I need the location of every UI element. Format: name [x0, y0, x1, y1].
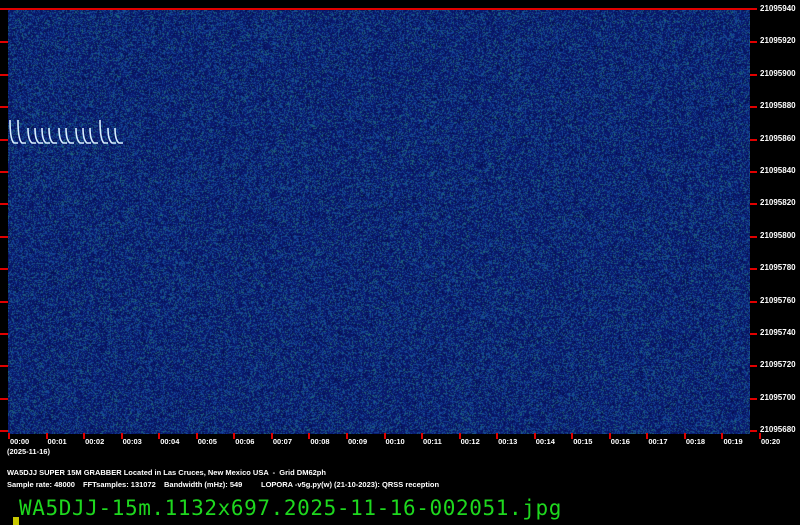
bandwidth: Bandwidth (mHz): 549 — [164, 480, 242, 489]
signal-element — [100, 120, 108, 143]
x-tick-label: 00:07 — [273, 437, 292, 446]
signal-element — [18, 120, 26, 143]
sample-rate: Sample rate: 48000 — [7, 480, 75, 489]
y-tick-label: 21095760 — [760, 296, 796, 305]
x-tick-label: 00:14 — [536, 437, 555, 446]
y-tick-label: 21095900 — [760, 69, 796, 78]
x-tick-label: 00:08 — [310, 437, 329, 446]
y-tick-mark — [750, 430, 757, 432]
fft-samples: FFTsamples: 131072 — [83, 480, 156, 489]
x-tick-label: 00:15 — [573, 437, 592, 446]
x-tick-label: 00:01 — [48, 437, 67, 446]
y-tick-mark — [750, 203, 757, 205]
y-tick-mark — [0, 203, 8, 205]
y-tick-mark — [0, 74, 8, 76]
y-tick-mark — [0, 236, 8, 238]
y-tick-label: 21095820 — [760, 198, 796, 207]
y-tick-mark — [0, 106, 8, 108]
x-tick-label: 00:20 — [761, 437, 780, 446]
grabber-title: WA5DJJ SUPER 15M GRABBER Located in Las … — [7, 468, 326, 477]
y-tick-label: 21095740 — [760, 328, 796, 337]
x-tick-label: 00:10 — [386, 437, 405, 446]
y-tick-mark — [750, 41, 757, 43]
y-tick-label: 21095840 — [760, 166, 796, 175]
image-filename: WA5DJJ-15m.1132x697.2025-11-16-002051.jp… — [19, 496, 562, 520]
y-tick-mark — [0, 268, 8, 270]
y-tick-mark — [0, 41, 8, 43]
y-tick-mark — [0, 301, 8, 303]
y-tick-mark — [750, 171, 757, 173]
y-tick-label: 21095880 — [760, 101, 796, 110]
signal-element — [90, 128, 98, 143]
spectrogram-plot — [8, 10, 750, 434]
y-tick-mark — [750, 333, 757, 335]
y-tick-mark — [750, 268, 757, 270]
y-tick-mark — [0, 430, 8, 432]
y-tick-label: 21095920 — [760, 36, 796, 45]
x-tick-label: 00:06 — [235, 437, 254, 446]
x-tick-label: 00:18 — [686, 437, 705, 446]
y-tick-label: 21095720 — [760, 360, 796, 369]
y-tick-mark — [0, 171, 8, 173]
y-tick-mark — [750, 74, 757, 76]
x-tick-label: 00:00 — [10, 437, 29, 446]
y-tick-label: 21095700 — [760, 393, 796, 402]
software-version: LOPORA -v5g.py(w) (21-10-2023): QRSS rec… — [261, 480, 439, 489]
signal-element — [49, 128, 57, 143]
x-tick-label: 00:05 — [198, 437, 217, 446]
y-tick-mark — [750, 301, 757, 303]
x-tick-label: 00:12 — [461, 437, 480, 446]
date-label: (2025-11-16) — [7, 447, 50, 456]
top-border-line — [0, 8, 757, 10]
y-tick-mark — [750, 365, 757, 367]
signal-element — [10, 120, 18, 143]
qrss-signal-trace — [8, 10, 750, 434]
x-tick-label: 00:02 — [85, 437, 104, 446]
text-cursor — [13, 517, 19, 525]
y-tick-mark — [0, 398, 8, 400]
y-tick-mark — [750, 106, 757, 108]
x-tick-label: 00:17 — [648, 437, 667, 446]
signal-element — [66, 128, 74, 143]
y-tick-mark — [0, 333, 8, 335]
y-tick-label: 21095940 — [760, 4, 796, 13]
signal-element — [115, 128, 123, 143]
y-tick-label: 21095860 — [760, 134, 796, 143]
y-tick-label: 21095680 — [760, 425, 796, 434]
x-tick-label: 00:19 — [723, 437, 742, 446]
x-tick-label: 00:16 — [611, 437, 630, 446]
x-tick-label: 00:09 — [348, 437, 367, 446]
y-tick-mark — [750, 398, 757, 400]
x-tick-label: 00:04 — [160, 437, 179, 446]
y-tick-mark — [0, 139, 8, 141]
y-tick-label: 21095780 — [760, 263, 796, 272]
x-tick-label: 00:11 — [423, 437, 442, 446]
x-tick-label: 00:03 — [123, 437, 142, 446]
y-tick-mark — [750, 139, 757, 141]
y-tick-mark — [0, 365, 8, 367]
x-tick-label: 00:13 — [498, 437, 517, 446]
y-tick-label: 21095800 — [760, 231, 796, 240]
y-tick-mark — [750, 236, 757, 238]
